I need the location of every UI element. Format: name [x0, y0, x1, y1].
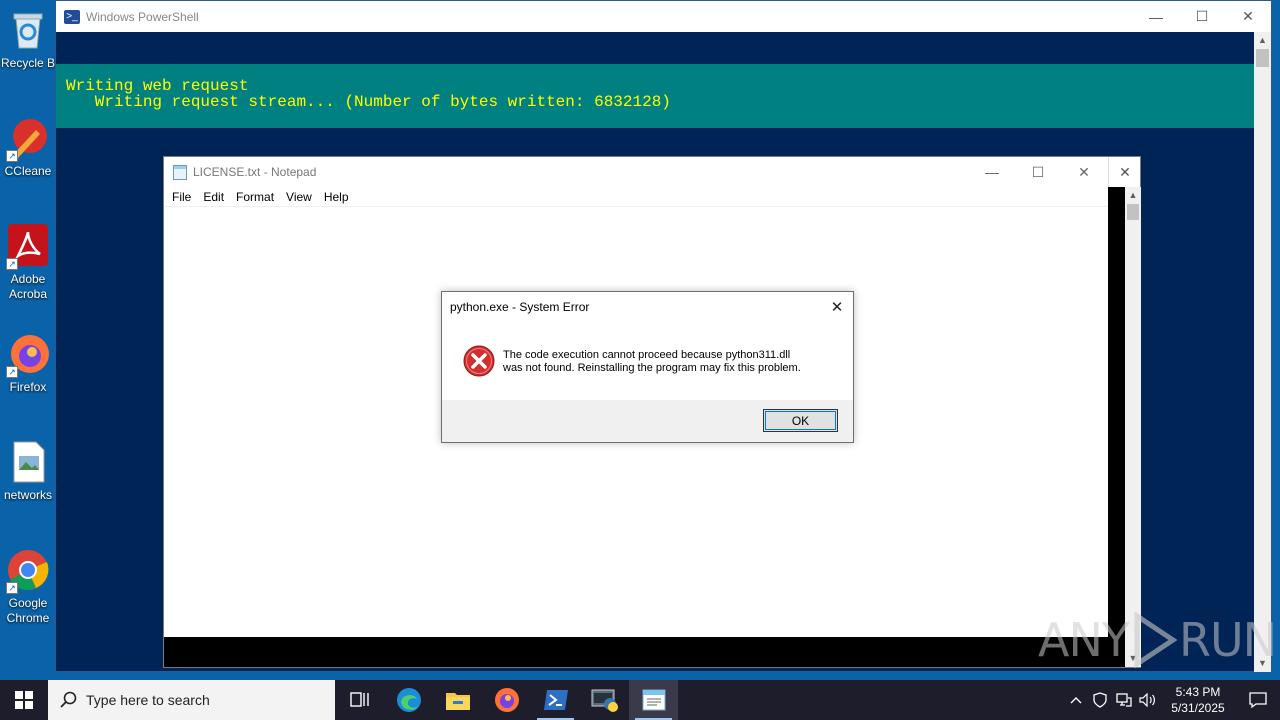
close-button[interactable]: ✕ [1061, 157, 1107, 188]
desktop-icon-google-chrome[interactable]: ↗ Google Chrome [0, 548, 56, 626]
clock-date: 5/31/2025 [1171, 701, 1225, 715]
scroll-up-icon[interactable]: ▲ [1125, 187, 1141, 204]
desktop-icon-label: Adobe Acroba [8, 272, 48, 301]
dialog-footer: OK [442, 400, 853, 442]
desktop-icon-firefox[interactable]: ↗ Firefox [0, 332, 56, 395]
taskbar-search[interactable]: Type here to search [48, 680, 335, 720]
task-view-button[interactable] [335, 680, 384, 720]
task-view-icon [349, 692, 369, 707]
recycle-bin-icon [6, 8, 50, 52]
powershell-icon [543, 690, 568, 710]
desktop-icon-label: Google Chrome [6, 596, 50, 625]
shortcut-arrow-icon: ↗ [6, 366, 18, 378]
scroll-thumb[interactable] [1127, 204, 1139, 220]
desktop-icon-label: Recycle B [0, 56, 56, 70]
scroll-thumb[interactable] [1256, 49, 1269, 67]
ok-button[interactable]: OK [763, 409, 838, 432]
shortcut-arrow-icon: ↗ [6, 150, 18, 162]
notepad-icon [642, 689, 665, 711]
shortcut-arrow-icon: ↗ [6, 582, 18, 594]
taskbar-powershell[interactable] [531, 680, 580, 720]
system-error-dialog[interactable]: python.exe - System Error ✕ The code exe… [441, 291, 854, 443]
network-icon[interactable] [1112, 680, 1136, 720]
notepad-titlebar[interactable]: LICENSE.txt - Notepad — ☐ ✕ [164, 157, 1140, 187]
powershell-icon: >_ [64, 9, 80, 24]
console-strip-right [1108, 187, 1125, 667]
console-strip [164, 637, 1108, 667]
desktop-icon-networks[interactable]: networks [0, 440, 56, 503]
dialog-message: The code execution cannot proceed becaus… [503, 349, 843, 375]
menu-bar: File Edit Format View Help [164, 187, 1140, 207]
clock-time: 5:43 PM [1175, 685, 1221, 699]
close-button[interactable]: ✕ [825, 295, 849, 319]
search-icon [60, 691, 77, 708]
menu-view[interactable]: View [280, 190, 318, 204]
progress-line-1: Writing web request [66, 77, 249, 95]
image-file-icon [6, 440, 50, 484]
taskbar-file-explorer[interactable] [433, 680, 482, 720]
desktop-icon-adobe-acrobat[interactable]: ↗ Adobe Acroba [0, 224, 56, 302]
notification-center-button[interactable] [1236, 680, 1280, 720]
edge-icon [396, 688, 421, 712]
windows-logo-icon [15, 691, 33, 709]
maximize-button[interactable]: ☐ [1179, 1, 1225, 32]
desktop-icon-label: networks [3, 488, 53, 502]
watermark-right-text: RUN [1178, 613, 1277, 667]
menu-file[interactable]: File [166, 190, 197, 204]
taskbar: Type here to search 5:43 PM 5/31/2025 [0, 680, 1280, 720]
notepad-icon [173, 164, 187, 180]
menu-edit[interactable]: Edit [197, 190, 230, 204]
progress-banner: Writing web request Writing request stre… [56, 64, 1256, 128]
shortcut-arrow-icon: ↗ [6, 258, 18, 270]
taskbar-clock[interactable]: 5:43 PM 5/31/2025 [1160, 684, 1236, 716]
powershell-titlebar[interactable]: >_ Windows PowerShell — ☐ ✕ [56, 1, 1271, 32]
dialog-title: python.exe - System Error [450, 300, 590, 314]
taskbar-firefox[interactable] [482, 680, 531, 720]
close-button[interactable]: ✕ [1225, 1, 1271, 32]
desktop-icon-recycle-bin[interactable]: Recycle B [0, 8, 56, 71]
message-line-2: was not found. Reinstalling the program … [503, 362, 801, 374]
security-shield-icon[interactable] [1088, 680, 1112, 720]
system-tray: 5:43 PM 5/31/2025 [1064, 680, 1280, 720]
maximize-button[interactable]: ☐ [1015, 157, 1061, 188]
taskbar-edge[interactable] [384, 680, 433, 720]
firefox-icon: ↗ [6, 332, 50, 378]
folder-icon [445, 693, 470, 710]
firefox-icon [494, 688, 519, 712]
show-hidden-icons-chevron-up-icon[interactable] [1064, 680, 1088, 720]
window-title: LICENSE.txt - Notepad [193, 165, 317, 179]
watermark-left-text: ANY [1038, 613, 1130, 667]
scroll-up-icon[interactable]: ▲ [1254, 32, 1271, 49]
menu-format[interactable]: Format [230, 190, 280, 204]
taskbar-python-setup[interactable] [580, 680, 629, 720]
taskbar-notepad[interactable] [629, 680, 678, 720]
message-line-1: The code execution cannot proceed becaus… [503, 349, 791, 361]
minimize-button[interactable]: — [969, 157, 1015, 188]
search-placeholder: Type here to search [86, 692, 210, 708]
vertical-scrollbar[interactable]: ▲ ▼ [1254, 32, 1271, 672]
notification-icon [1249, 692, 1267, 709]
error-icon [463, 345, 495, 377]
desktop-icon-label: Firefox [9, 380, 47, 394]
close-icon[interactable]: ✕ [1108, 157, 1141, 187]
chrome-icon: ↗ [6, 548, 50, 594]
minimize-button[interactable]: — [1133, 1, 1179, 32]
start-button[interactable] [0, 680, 48, 720]
adobe-acrobat-icon: ↗ [6, 224, 50, 270]
play-logo-icon [1134, 612, 1177, 668]
window-title: Windows PowerShell [86, 9, 199, 24]
desktop-icon-ccleaner[interactable]: ↗ CCleane [0, 116, 56, 179]
python-installer-icon [591, 689, 618, 712]
menu-help[interactable]: Help [318, 190, 355, 204]
anyrun-watermark: ANY RUN [1038, 612, 1277, 668]
desktop-icon-label: CCleane [4, 164, 52, 178]
volume-icon[interactable] [1136, 680, 1160, 720]
vertical-scrollbar[interactable]: ▲ ▼ [1125, 187, 1141, 667]
progress-line-2: Writing request stream... (Number of byt… [66, 93, 671, 111]
ccleaner-icon: ↗ [6, 116, 50, 162]
